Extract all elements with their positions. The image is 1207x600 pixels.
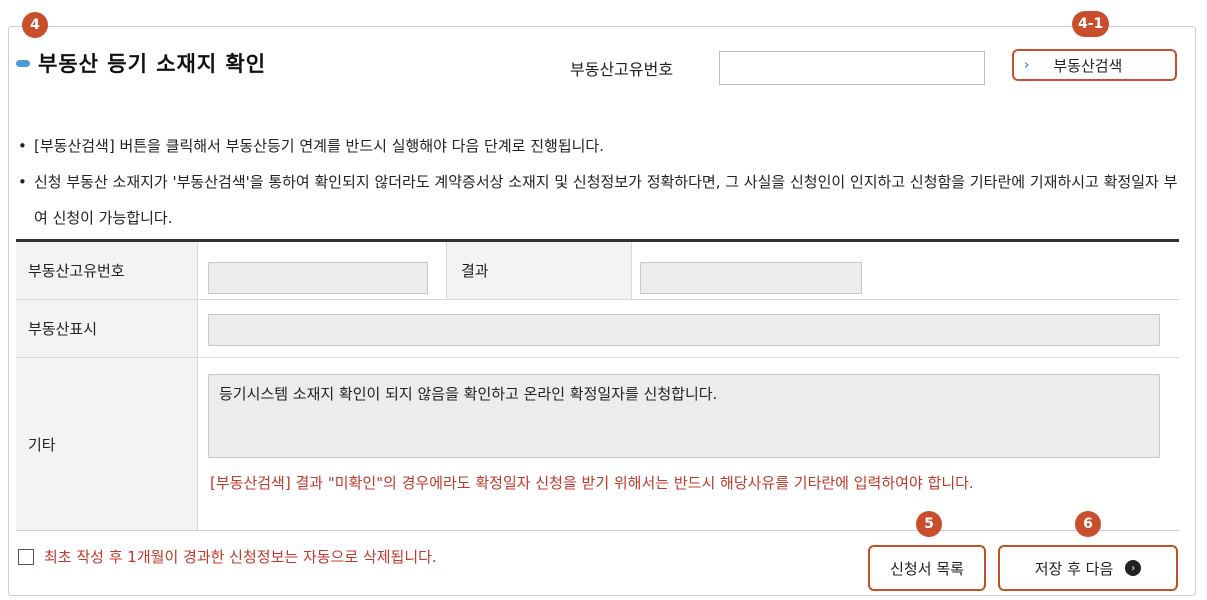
property-info-table: 부동산고유번호 결과 부동산표시 기타 등기시스템 소재지 확인이 되지 않음을…	[16, 239, 1179, 531]
etc-label: 기타	[16, 358, 198, 530]
etc-textarea[interactable]: 등기시스템 소재지 확인이 되지 않음을 확인하고 온라인 확정일자를 신청합니…	[208, 374, 1160, 458]
bullet-icon	[16, 59, 30, 67]
section-header: 부동산 등기 소재지 확인	[16, 48, 266, 78]
notice-text: 신청 부동산 소재지가 '부동산검색'을 통하여 확인되지 않더라도 계약증서상…	[34, 173, 1178, 227]
notice-item: • [부동산검색] 버튼을 클릭해서 부동산등기 연계를 반드시 실행해야 다음…	[18, 128, 1188, 164]
notice-list: • [부동산검색] 버튼을 클릭해서 부동산등기 연계를 반드시 실행해야 다음…	[18, 128, 1188, 236]
property-display-field	[208, 314, 1160, 346]
result-readonly-field	[640, 262, 862, 294]
property-display-label: 부동산표시	[16, 300, 198, 357]
auto-delete-checkbox[interactable]	[18, 548, 34, 565]
step-badge-4-1: 4-1	[1072, 11, 1110, 37]
auto-delete-notice: 최초 작성 후 1개월이 경과한 신청정보는 자동으로 삭제됩니다.	[18, 546, 437, 567]
unique-no-readonly-field	[208, 262, 428, 294]
notice-text: [부동산검색] 버튼을 클릭해서 부동산등기 연계를 반드시 실행해야 다음 단…	[34, 137, 604, 155]
save-and-next-button[interactable]: 저장 후 다음 ›	[998, 545, 1178, 591]
table-row: 부동산표시	[16, 300, 1179, 358]
property-search-button[interactable]: › 부동산검색	[1012, 49, 1177, 81]
auto-delete-label: 최초 작성 후 1개월이 경과한 신청정보는 자동으로 삭제됩니다.	[44, 548, 437, 566]
section-title: 부동산 등기 소재지 확인	[38, 52, 267, 76]
notice-item: • 신청 부동산 소재지가 '부동산검색'을 통하여 확인되지 않더라도 계약증…	[18, 164, 1188, 236]
unique-no-row-label: 부동산고유번호	[16, 242, 198, 299]
chevron-right-icon: ›	[1024, 57, 1030, 73]
table-row: 기타 등기시스템 소재지 확인이 되지 않음을 확인하고 온라인 확정일자를 신…	[16, 358, 1179, 530]
unique-no-input[interactable]	[719, 51, 985, 85]
bullet-icon: •	[18, 173, 27, 191]
step-badge-5: 5	[916, 511, 942, 537]
etc-warning-text: [부동산검색] 결과 "미확인"의 경우에라도 확정일자 신청을 받기 위해서는…	[210, 474, 974, 492]
table-row: 부동산고유번호 결과	[16, 242, 1179, 300]
save-and-next-label: 저장 후 다음	[1034, 559, 1114, 578]
step-badge-6: 6	[1075, 511, 1101, 537]
unique-no-label: 부동산고유번호	[570, 60, 674, 79]
result-label: 결과	[446, 242, 632, 299]
step-badge-4: 4	[22, 12, 48, 38]
bullet-icon: •	[18, 137, 27, 155]
application-list-label: 신청서 목록	[890, 559, 964, 578]
application-list-button[interactable]: 신청서 목록	[868, 545, 986, 591]
property-search-label: 부동산검색	[1053, 56, 1123, 75]
circle-arrow-right-icon: ›	[1125, 560, 1142, 576]
